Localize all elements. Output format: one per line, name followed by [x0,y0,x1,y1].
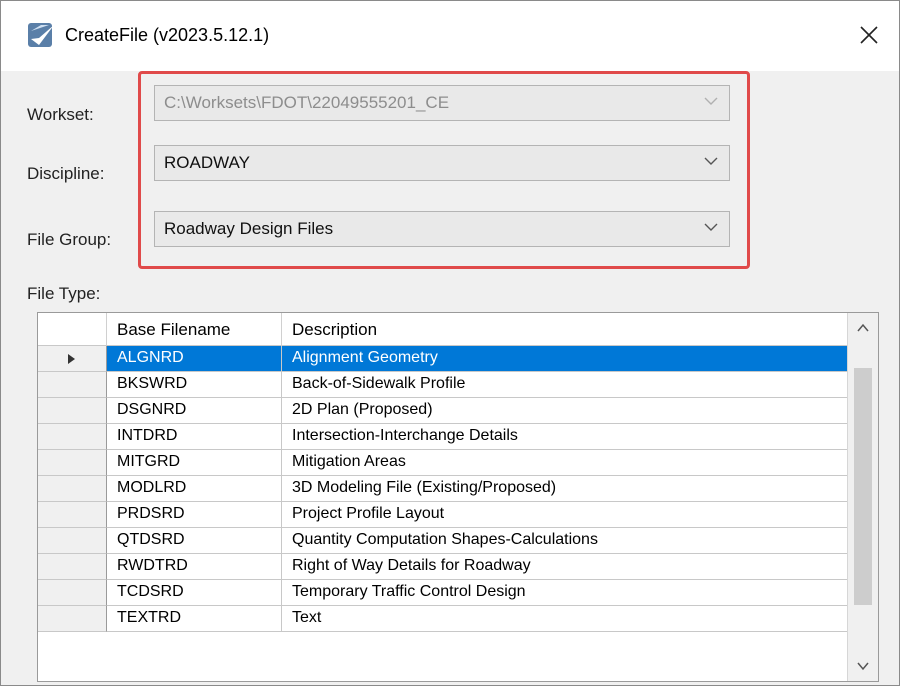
scroll-down-button[interactable] [848,651,878,681]
table-row[interactable]: DSGNRD 2D Plan (Proposed) [38,398,848,424]
cell-description[interactable]: Mitigation Areas [282,450,848,476]
cell-description[interactable]: Right of Way Details for Roadway [282,554,848,580]
column-header-description[interactable]: Description [282,313,848,346]
highlight-box [138,71,750,269]
cell-description[interactable]: Project Profile Layout [282,502,848,528]
cell-base-filename[interactable]: MODLRD [107,476,282,502]
row-header[interactable] [38,476,107,502]
cell-base-filename[interactable]: MITGRD [107,450,282,476]
table-row[interactable]: MODLRD 3D Modeling File (Existing/Propose… [38,476,848,502]
row-header[interactable] [38,346,107,372]
cell-description[interactable]: Text [282,606,848,632]
vertical-scrollbar[interactable] [847,313,878,681]
row-pointer-icon [68,354,75,364]
cell-base-filename[interactable]: INTDRD [107,424,282,450]
row-header[interactable] [38,424,107,450]
createfile-window: CreateFile (v2023.5.12.1) Workset: Disci… [0,0,900,686]
table-row[interactable]: BKSWRD Back-of-Sidewalk Profile [38,372,848,398]
scrollbar-thumb[interactable] [854,368,872,605]
cell-description[interactable]: Alignment Geometry [282,346,848,372]
cell-description[interactable]: 3D Modeling File (Existing/Proposed) [282,476,848,502]
file-type-grid[interactable]: Base Filename Description ALGNRD Alignmen… [37,312,879,682]
cell-base-filename[interactable]: TEXTRD [107,606,282,632]
scroll-up-button[interactable] [848,313,878,343]
close-button[interactable] [849,15,889,55]
row-header[interactable] [38,372,107,398]
row-header[interactable] [38,580,107,606]
table-row[interactable]: INTDRD Intersection-Interchange Details [38,424,848,450]
row-header[interactable] [38,528,107,554]
close-icon [860,26,878,44]
grid-corner-header [38,313,107,346]
discipline-label: Discipline: [27,164,105,183]
cell-base-filename[interactable]: TCDSRD [107,580,282,606]
table-row[interactable]: TCDSRD Temporary Traffic Control Design [38,580,848,606]
table-row[interactable]: QTDSRD Quantity Computation Shapes-Calcul… [38,528,848,554]
cell-base-filename[interactable]: QTDSRD [107,528,282,554]
row-header[interactable] [38,398,107,424]
cell-description[interactable]: Temporary Traffic Control Design [282,580,848,606]
cell-description[interactable]: 2D Plan (Proposed) [282,398,848,424]
cell-description[interactable]: Intersection-Interchange Details [282,424,848,450]
table-row[interactable]: ALGNRD Alignment Geometry [38,346,848,372]
cell-base-filename[interactable]: BKSWRD [107,372,282,398]
createfile-app-icon [28,23,54,47]
workset-label: Workset: [27,105,94,124]
row-header[interactable] [38,450,107,476]
cell-base-filename[interactable]: RWDTRD [107,554,282,580]
cell-base-filename[interactable]: PRDSRD [107,502,282,528]
file-group-label: File Group: [27,230,112,249]
cell-base-filename[interactable]: ALGNRD [107,346,282,372]
cell-description[interactable]: Quantity Computation Shapes-Calculations [282,528,848,554]
row-header[interactable] [38,606,107,632]
title-bar[interactable]: CreateFile (v2023.5.12.1) [1,1,899,71]
table-row[interactable]: TEXTRD Text [38,606,848,632]
row-header[interactable] [38,554,107,580]
window-title: CreateFile (v2023.5.12.1) [65,25,270,45]
file-type-label: File Type: [27,284,101,303]
row-header[interactable] [38,502,107,528]
cell-description[interactable]: Back-of-Sidewalk Profile [282,372,848,398]
chevron-up-icon [857,323,869,332]
table-row[interactable]: RWDTRD Right of Way Details for Roadway [38,554,848,580]
table-row[interactable]: MITGRD Mitigation Areas [38,450,848,476]
chevron-down-icon [857,662,869,671]
column-header-base-filename[interactable]: Base Filename [107,313,282,346]
cell-base-filename[interactable]: DSGNRD [107,398,282,424]
table-row[interactable]: PRDSRD Project Profile Layout [38,502,848,528]
